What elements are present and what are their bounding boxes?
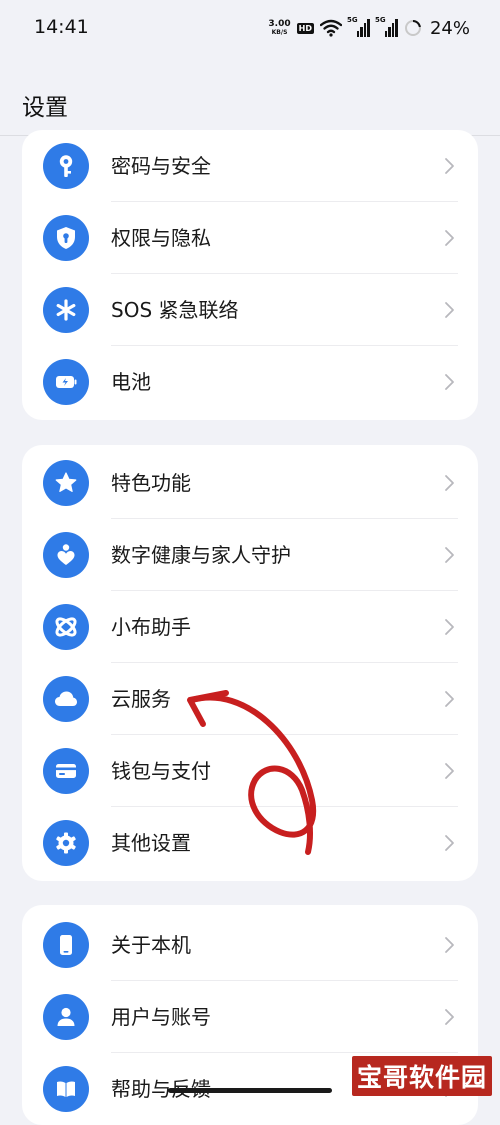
- annotation-arrow: [187, 690, 317, 855]
- home-indicator[interactable]: [168, 1088, 332, 1093]
- watermark-logo: 宝哥软件园: [352, 1056, 492, 1096]
- watermark-text: 宝哥软件园: [356, 1063, 487, 1092]
